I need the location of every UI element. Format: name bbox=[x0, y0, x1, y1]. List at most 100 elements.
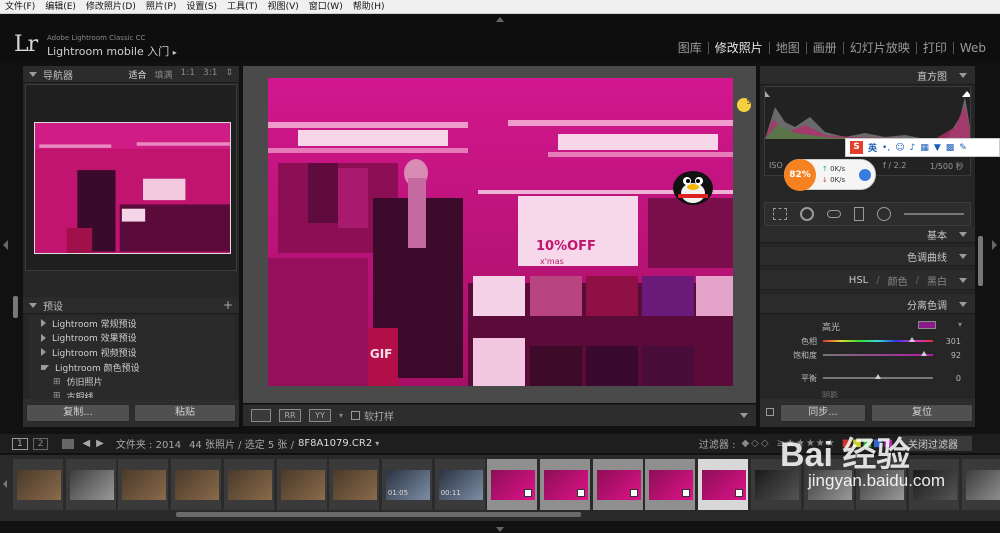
cpu-usage-circle[interactable]: 82% bbox=[784, 159, 816, 191]
back-arrow-icon[interactable]: ◀ bbox=[82, 438, 90, 449]
toolbar-menu-icon[interactable] bbox=[740, 413, 748, 418]
hsl-header[interactable]: HSL / 颜色 / 黑白 bbox=[760, 271, 975, 290]
menu-item[interactable]: 照片(P) bbox=[141, 0, 181, 14]
network-speed-widget[interactable]: 82% ↑ 0K/s ↓ 0K/s bbox=[784, 159, 876, 191]
crop-tool-icon[interactable] bbox=[773, 208, 787, 220]
filmstrip-scrollbar[interactable] bbox=[176, 512, 581, 517]
right-scrollbar[interactable] bbox=[978, 236, 983, 286]
color-label-filter[interactable]: ■■■■■ bbox=[842, 438, 894, 449]
filmstrip-thumbnail[interactable] bbox=[328, 458, 381, 511]
navigator-thumbnail[interactable] bbox=[34, 122, 231, 254]
skin-icon[interactable]: ▼ bbox=[934, 143, 941, 153]
menu-item[interactable]: 设置(S) bbox=[181, 0, 222, 14]
current-filename[interactable]: 8F8A1079.CR2 bbox=[298, 438, 372, 449]
zoom-option[interactable]: 3:1 bbox=[203, 68, 217, 81]
softproof-checkbox[interactable] bbox=[351, 411, 361, 420]
balance-value[interactable]: 0 bbox=[933, 374, 961, 383]
filmstrip-thumbnail[interactable]: 01:05 bbox=[380, 458, 433, 511]
rating-filter-stars[interactable]: ≥★★★★★ bbox=[777, 438, 836, 449]
secondary-window-button[interactable]: 2 bbox=[32, 437, 49, 450]
tone-curve-header[interactable]: 色调曲线 bbox=[760, 247, 975, 266]
radial-filter-icon[interactable] bbox=[877, 207, 891, 221]
paste-button[interactable]: 粘贴 bbox=[134, 404, 236, 422]
hue-value[interactable]: 301 bbox=[933, 337, 961, 346]
accelerate-icon[interactable] bbox=[859, 169, 871, 181]
presets-header[interactable]: 预设 + bbox=[23, 297, 239, 314]
filmstrip-thumbnail[interactable] bbox=[697, 458, 750, 511]
menu-item[interactable]: 工具(T) bbox=[222, 0, 263, 14]
qq-penguin-icon[interactable] bbox=[668, 166, 718, 206]
preset-item[interactable]: ⊞ 古铜线 bbox=[29, 389, 235, 398]
filmstrip-thumbnail[interactable] bbox=[749, 458, 802, 511]
saturation-slider-thumb[interactable] bbox=[921, 351, 927, 356]
sogou-logo-icon[interactable]: S bbox=[850, 141, 863, 154]
menu-item[interactable]: 文件(F) bbox=[0, 0, 40, 14]
loupe-view-button[interactable] bbox=[251, 409, 271, 422]
lightroom-mobile-link[interactable]: Lightroom mobile 入门 ▸ bbox=[47, 43, 177, 59]
zoom-option[interactable]: 1:1 bbox=[180, 68, 194, 81]
before-after-split-button[interactable]: YY bbox=[309, 409, 331, 422]
filmstrip-thumbnail[interactable] bbox=[222, 458, 275, 511]
sync-button[interactable]: 同步... bbox=[780, 404, 866, 422]
zoom-option[interactable]: 填满 bbox=[154, 68, 172, 81]
ime-mode-label[interactable]: 英 bbox=[868, 141, 877, 154]
module-tab[interactable]: 地图 bbox=[770, 39, 806, 56]
filmstrip-thumbnail[interactable] bbox=[486, 458, 539, 511]
settings-wrench-icon[interactable]: ✎ bbox=[959, 143, 967, 153]
module-tab[interactable]: 修改照片 bbox=[709, 39, 769, 56]
module-tab[interactable]: 图库 bbox=[672, 39, 708, 56]
toolbox-icon[interactable]: ▩ bbox=[946, 143, 955, 153]
balance-slider-row[interactable]: 平衡 0 bbox=[768, 372, 968, 384]
module-tab[interactable]: 幻灯片放映 bbox=[844, 39, 916, 56]
filmstrip-thumbnail[interactable] bbox=[539, 458, 591, 511]
add-preset-icon[interactable]: + bbox=[223, 298, 233, 312]
before-after-button[interactable]: RR bbox=[279, 409, 301, 422]
filmstrip-thumbnail[interactable] bbox=[960, 458, 1000, 511]
brush-tool-slider[interactable] bbox=[904, 213, 964, 215]
preset-folder[interactable]: Lightroom 常规预设 bbox=[29, 316, 235, 331]
module-tab[interactable]: Web bbox=[954, 41, 992, 55]
bottom-panel-toggle-icon[interactable] bbox=[496, 527, 504, 532]
hue-slider-row[interactable]: 色相 301 bbox=[768, 335, 968, 347]
histogram-header[interactable]: 直方图 bbox=[760, 66, 975, 85]
mic-icon[interactable]: ♪ bbox=[910, 143, 916, 153]
filmstrip-thumbnail[interactable] bbox=[12, 458, 64, 511]
reset-button[interactable]: 复位 bbox=[871, 404, 973, 422]
left-scrollbar[interactable] bbox=[13, 296, 18, 318]
forward-arrow-icon[interactable]: ▶ bbox=[96, 438, 104, 449]
sync-toggle-icon[interactable] bbox=[766, 408, 774, 416]
hsl-tab[interactable]: HSL bbox=[849, 275, 868, 286]
top-panel-toggle-icon[interactable] bbox=[496, 17, 504, 22]
lightbulb-icon[interactable]: 5 bbox=[737, 98, 751, 112]
hue-slider-thumb[interactable] bbox=[909, 337, 915, 342]
menu-item[interactable]: 修改照片(D) bbox=[81, 0, 141, 14]
spot-removal-icon[interactable] bbox=[800, 207, 814, 221]
preset-folder[interactable]: Lightroom 效果预设 bbox=[29, 331, 235, 346]
split-toning-header[interactable]: 分离色调 bbox=[760, 295, 975, 314]
zoom-more-icon[interactable]: ⇕ bbox=[225, 68, 233, 81]
color-tab[interactable]: 颜色 bbox=[888, 273, 908, 288]
hue-slider[interactable] bbox=[823, 337, 933, 342]
filmstrip-thumbnail[interactable]: 00:11 bbox=[433, 458, 486, 511]
navigator-header[interactable]: 导航器 适合 填满 1:1 3:1 ⇕ bbox=[23, 66, 239, 83]
menu-item[interactable]: 帮助(H) bbox=[348, 0, 390, 14]
flag-filter-icons[interactable]: ◆◇◇ bbox=[741, 438, 770, 449]
filter-preset-select[interactable]: 关闭过滤器 bbox=[902, 436, 972, 451]
preset-folder[interactable]: Lightroom 颜色预设 bbox=[29, 360, 235, 375]
menu-item[interactable]: 窗口(W) bbox=[304, 0, 348, 14]
basic-header[interactable]: 基本 bbox=[760, 227, 975, 243]
main-photo[interactable]: 10%OFF x'mas MU GIF bbox=[268, 78, 733, 386]
filmstrip-thumbnail[interactable] bbox=[170, 458, 223, 511]
filmstrip-thumbnail[interactable] bbox=[802, 458, 855, 511]
bw-tab[interactable]: 黑白 bbox=[927, 273, 947, 288]
filmstrip-thumbnail[interactable] bbox=[64, 458, 117, 511]
filmstrip-left-icon[interactable] bbox=[3, 480, 7, 488]
zoom-option[interactable]: 适合 bbox=[128, 68, 146, 81]
module-tab[interactable]: 画册 bbox=[807, 39, 843, 56]
saturation-slider[interactable] bbox=[823, 351, 933, 356]
saturation-slider-row[interactable]: 饱和度 92 bbox=[768, 349, 968, 361]
highlight-color-swatch[interactable] bbox=[918, 321, 936, 329]
preset-folder[interactable]: Lightroom 视频预设 bbox=[29, 345, 235, 360]
grid-icon[interactable] bbox=[62, 438, 75, 449]
preset-item[interactable]: ⊞ 仿旧照片 bbox=[29, 374, 235, 389]
